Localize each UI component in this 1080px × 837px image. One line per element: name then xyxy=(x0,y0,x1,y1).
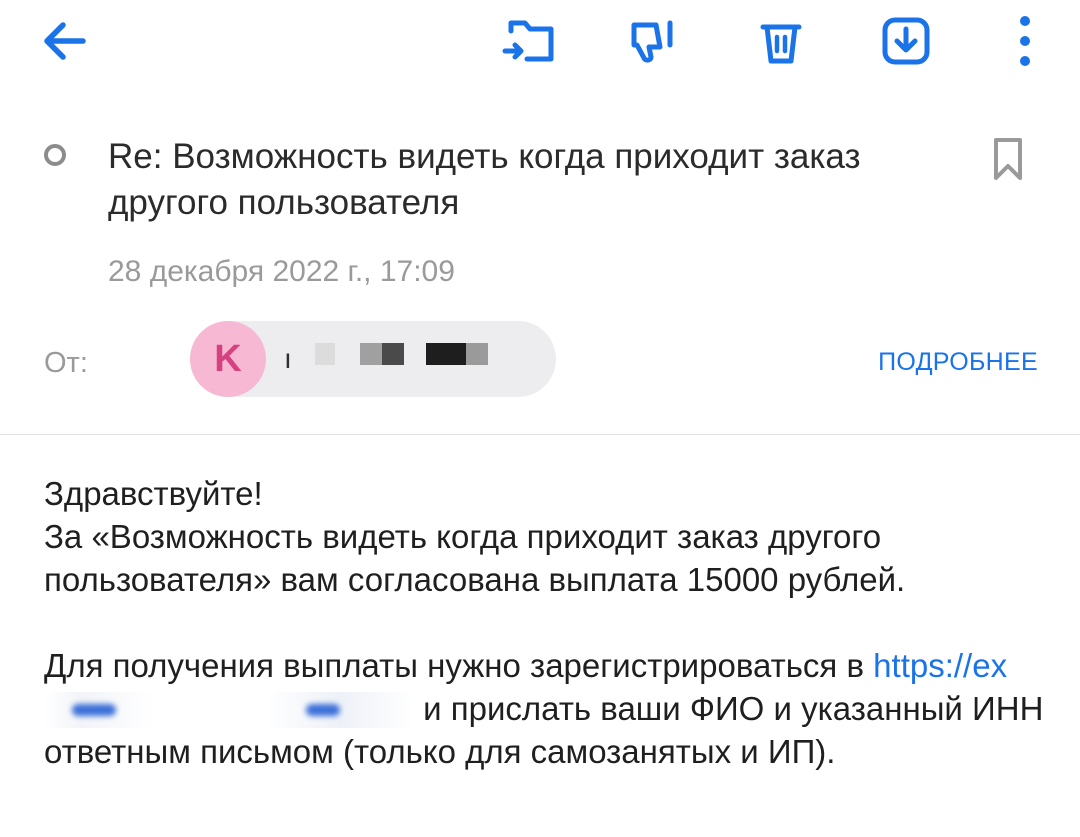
details-link[interactable]: ПОДРОБНЕЕ xyxy=(878,345,1038,379)
download-icon xyxy=(882,17,930,65)
sender-name: ı xyxy=(284,343,292,374)
back-button[interactable] xyxy=(30,6,100,76)
sender-chip[interactable]: K ı xyxy=(190,321,556,397)
more-vertical-icon xyxy=(1020,16,1030,66)
bookmark-icon xyxy=(994,138,1022,180)
folder-move-icon xyxy=(502,20,554,62)
redacted-link xyxy=(44,692,414,728)
avatar: K xyxy=(190,321,266,397)
arrow-left-icon xyxy=(44,22,86,60)
header-divider xyxy=(0,434,1080,435)
message-body: Здравствуйте! За «Возможность видеть ког… xyxy=(44,472,1044,773)
registration-text: Для получения выплаты нужно зарегистриро… xyxy=(44,647,864,684)
from-label: От: xyxy=(44,347,88,379)
redacted-block xyxy=(426,343,466,365)
message-subject: Re: Возможность видеть когда приходит за… xyxy=(108,137,861,222)
redacted-block xyxy=(466,343,488,365)
more-options-button[interactable] xyxy=(990,6,1060,76)
save-download-button[interactable] xyxy=(871,6,941,76)
spam-button[interactable] xyxy=(617,6,687,76)
unread-status-icon[interactable] xyxy=(44,144,66,166)
greeting-text: Здравствуйте! xyxy=(44,475,263,512)
delete-button[interactable] xyxy=(746,6,816,76)
thumbs-down-icon xyxy=(631,20,673,63)
message-date: 28 декабря 2022 г., 17:09 xyxy=(108,255,455,288)
redacted-block xyxy=(360,343,382,365)
body-paragraph: За «Возможность видеть когда приходит за… xyxy=(44,518,906,598)
body-paragraph: Для получения выплаты нужно зарегистриро… xyxy=(44,644,1044,773)
bookmark-button[interactable] xyxy=(986,132,1030,186)
redacted-block xyxy=(315,343,335,365)
move-to-folder-button[interactable] xyxy=(494,6,564,76)
registration-link[interactable]: https://ex xyxy=(873,647,1007,684)
top-toolbar xyxy=(0,0,1080,90)
trash-icon xyxy=(760,24,802,64)
redacted-block xyxy=(382,343,404,365)
